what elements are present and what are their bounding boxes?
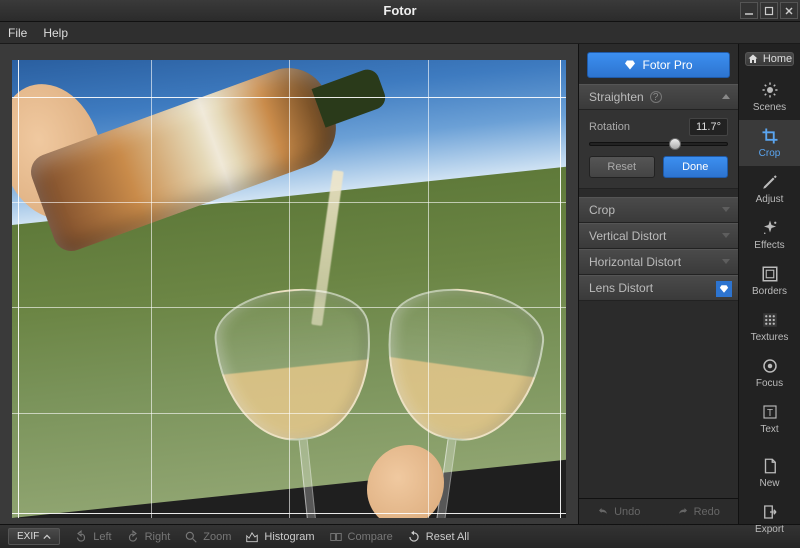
panel-horizontal-distort-header[interactable]: Horizontal Distort (579, 249, 738, 275)
compare-button[interactable]: Compare (329, 530, 393, 544)
panel-straighten-body: Rotation 11.7° Reset Done (579, 110, 738, 189)
histogram-button[interactable]: Histogram (245, 530, 314, 544)
chevron-left-icon (722, 259, 730, 264)
compare-icon (329, 530, 343, 544)
done-button[interactable]: Done (663, 156, 729, 178)
panel-crop-header[interactable]: Crop (579, 197, 738, 223)
tool-effects[interactable]: Effects (739, 212, 800, 258)
fotor-pro-button[interactable]: Fotor Pro (587, 52, 730, 78)
pencil-icon (761, 173, 779, 191)
tool-adjust[interactable]: Adjust (739, 166, 800, 212)
redo-icon (677, 506, 689, 518)
menu-file[interactable]: File (8, 26, 27, 40)
chevron-down-icon (722, 94, 730, 99)
tool-textures[interactable]: Textures (739, 304, 800, 350)
image-canvas[interactable] (12, 60, 566, 518)
rotation-slider-thumb[interactable] (669, 138, 681, 150)
tool-focus[interactable]: Focus (739, 350, 800, 396)
svg-text:T: T (767, 408, 773, 419)
maximize-button[interactable] (760, 2, 778, 19)
pro-badge (716, 281, 732, 297)
canvas-area (0, 44, 578, 524)
rotate-right-icon (126, 530, 140, 544)
rotation-label: Rotation (589, 121, 630, 133)
panel-straighten-header[interactable]: Straighten ? (579, 84, 738, 110)
undo-icon (597, 506, 609, 518)
tool-crop[interactable]: Crop (739, 120, 800, 166)
photo-preview (12, 60, 566, 518)
diamond-icon (624, 59, 636, 71)
text-icon: T (761, 403, 779, 421)
export-icon (761, 503, 779, 521)
right-toolbar: Home Scenes Crop Adjust Effects Borders … (738, 44, 800, 524)
crop-icon (761, 127, 779, 145)
menu-help[interactable]: Help (43, 26, 68, 40)
zoom-button[interactable]: Zoom (184, 530, 231, 544)
minimize-button[interactable] (740, 2, 758, 19)
help-icon[interactable]: ? (650, 91, 662, 103)
redo-button[interactable]: Redo (659, 499, 739, 524)
menu-bar: File Help (0, 22, 800, 44)
home-button[interactable]: Home (745, 52, 794, 66)
undo-button[interactable]: Undo (579, 499, 659, 524)
sun-icon (761, 81, 779, 99)
texture-icon (761, 311, 779, 329)
rotation-slider[interactable] (589, 142, 728, 146)
border-icon (761, 265, 779, 283)
rotate-left-button[interactable]: Left (74, 530, 111, 544)
file-icon (761, 457, 779, 475)
reset-button[interactable]: Reset (589, 156, 655, 178)
exif-button[interactable]: EXIF (8, 528, 60, 545)
chevron-left-icon (722, 233, 730, 238)
bottom-bar: EXIF Left Right Zoom Histogram Compare R… (0, 524, 800, 548)
properties-panel: Fotor Pro Straighten ? Rotation 11.7° Re… (578, 44, 738, 524)
reset-icon (407, 530, 421, 544)
rotate-right-button[interactable]: Right (126, 530, 171, 544)
tool-borders[interactable]: Borders (739, 258, 800, 304)
focus-icon (761, 357, 779, 375)
rotation-value[interactable]: 11.7° (689, 118, 728, 136)
tool-scenes[interactable]: Scenes (739, 74, 800, 120)
close-button[interactable] (780, 2, 798, 19)
tool-new[interactable]: New (739, 450, 800, 496)
rotate-left-icon (74, 530, 88, 544)
chevron-left-icon (722, 207, 730, 212)
reset-all-button[interactable]: Reset All (407, 530, 469, 544)
histogram-icon (245, 530, 259, 544)
app-title: Fotor (383, 3, 416, 18)
home-icon (747, 53, 759, 65)
title-bar: Fotor (0, 0, 800, 22)
tool-text[interactable]: T Text (739, 396, 800, 442)
tool-export[interactable]: Export (739, 496, 800, 542)
panel-vertical-distort-header[interactable]: Vertical Distort (579, 223, 738, 249)
zoom-icon (184, 530, 198, 544)
panel-lens-distort-header[interactable]: Lens Distort (579, 275, 738, 301)
sparkle-icon (761, 219, 779, 237)
chevron-up-icon (43, 533, 51, 541)
